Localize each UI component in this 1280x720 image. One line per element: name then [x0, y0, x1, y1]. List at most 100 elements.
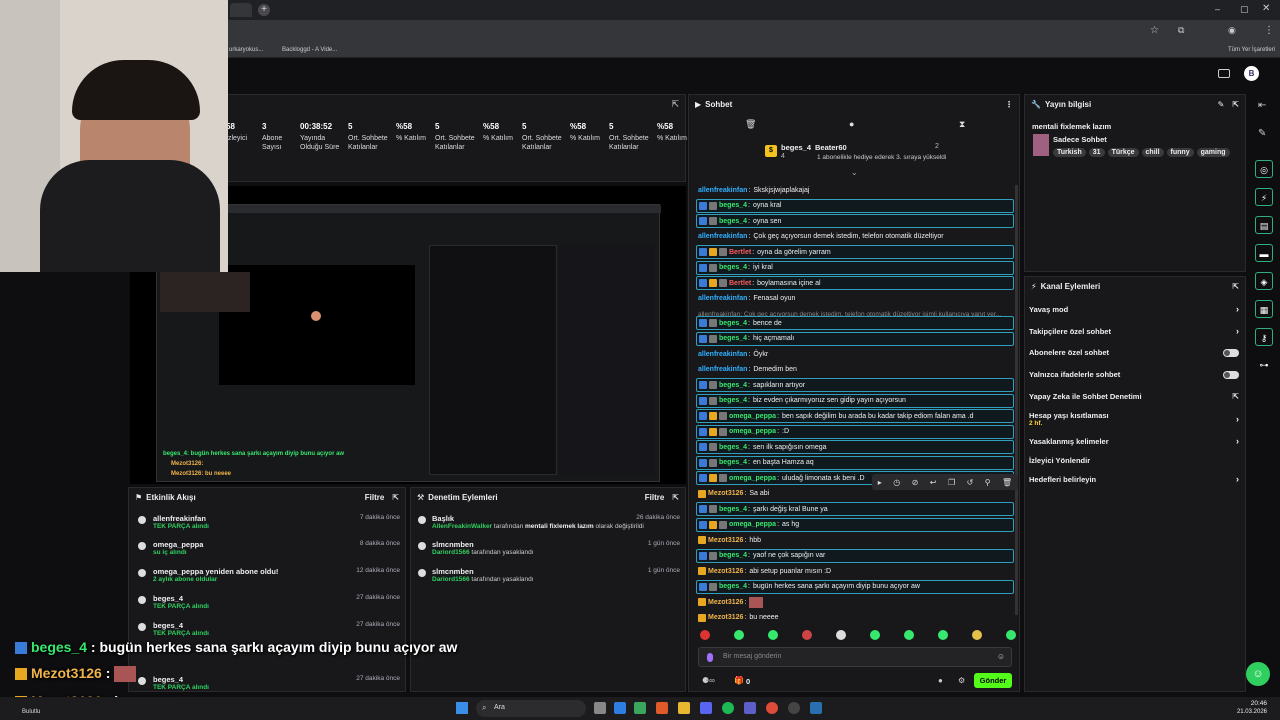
emote-icon[interactable] [972, 630, 982, 640]
chat-message[interactable]: beges_4: sapıkların artıyor [696, 378, 1014, 392]
stream-tag[interactable]: chill [1141, 148, 1164, 157]
taskbar-obs-icon[interactable] [788, 702, 800, 714]
chevron-right-icon[interactable]: › [1236, 474, 1239, 484]
chat-username[interactable]: Mezot3126 [708, 599, 743, 606]
clock-time[interactable]: 20:46 [1227, 700, 1267, 707]
edit-tool-icon[interactable]: ✎ [1258, 128, 1266, 139]
chat-username[interactable]: Bertlet [729, 249, 751, 256]
chevron-right-icon[interactable]: › [1236, 304, 1239, 314]
channel-action-7[interactable]: İzleyici Yönlendir [1029, 456, 1239, 465]
mod-item[interactable]: slmcnmben Dariord1566 tarafından yasaklan… [418, 540, 680, 556]
chat-username[interactable]: beges_4 [719, 444, 747, 451]
chat-username[interactable]: allenfreakinfan [698, 187, 747, 194]
settings-gear-icon[interactable]: ⚙ [958, 676, 965, 685]
clock-date[interactable]: 21.03.2026 [1217, 709, 1267, 715]
chat-username[interactable]: omega_peppa [729, 475, 776, 482]
activity-item[interactable]: allenfreakinfan TEK PARÇA alındı 7 dakika … [138, 514, 400, 530]
clock-icon[interactable]: ◷ [893, 478, 900, 487]
chat-message[interactable]: allenfreakinfan: Çok geç açıyorsun demek … [696, 230, 1014, 244]
emote-icon[interactable] [836, 630, 846, 640]
emote-icon[interactable] [870, 630, 880, 640]
channel-action-6[interactable]: Yasaklanmış kelimeler › [1029, 436, 1239, 446]
emoji-icon[interactable]: ☺ [997, 652, 1005, 661]
clipboard-icon[interactable]: ▤ [1255, 216, 1273, 234]
chat-input[interactable]: Bir mesaj gönderin ☺ [698, 647, 1012, 667]
chat-username[interactable]: beges_4 [719, 397, 747, 404]
chat-message[interactable]: beges_4: oyna kral [696, 198, 1014, 213]
chat-username[interactable]: Mezot3126 [708, 568, 743, 575]
taskbar-steam-icon[interactable] [810, 702, 822, 714]
pin-icon[interactable]: ⚲ [985, 478, 991, 487]
channel-action-4[interactable]: Yapay Zeka ile Sohbet Denetimi ⇱ [1029, 392, 1239, 401]
chat-message[interactable]: beges_4: şarkı değiş kral Bune ya [696, 502, 1014, 516]
taskbar-spotify-icon[interactable] [722, 702, 734, 714]
chat-username[interactable]: beges_4 [719, 218, 747, 225]
lightning-tool-icon[interactable]: ⚡ [1255, 188, 1273, 206]
maximize-button[interactable]: ▢ [1240, 4, 1249, 15]
emote-icon[interactable] [768, 630, 778, 640]
chat-message[interactable]: beges_4: hiç açmamalı [696, 331, 1014, 346]
gamepad-icon[interactable]: ◈ [1255, 272, 1273, 290]
display-icon[interactable] [1218, 69, 1230, 78]
mod-actor[interactable]: AllenFreakinWalker [432, 523, 492, 530]
stream-tag[interactable]: funny [1166, 148, 1194, 157]
chat-username[interactable]: beges_4 [719, 506, 747, 513]
mod-filter-button[interactable]: Filtre [645, 493, 665, 502]
key-icon[interactable]: ⚷ [1255, 328, 1273, 346]
chat-message[interactable]: Bertlet: oyna da görelim yarram [696, 245, 1014, 259]
gift-icon[interactable]: 🎁 [734, 676, 744, 685]
chat-message[interactable]: beges_4: iyi kral [696, 260, 1014, 275]
windows-start-icon[interactable] [456, 702, 468, 714]
share-icon[interactable]: ⊶ [1255, 356, 1273, 374]
chat-username[interactable]: omega_peppa [729, 413, 776, 420]
trash-icon[interactable]: 🗑 [745, 119, 756, 130]
emote-icon[interactable] [734, 630, 744, 640]
close-window-button[interactable]: ✕ [1262, 3, 1270, 14]
delete-icon[interactable]: 🗑 [1002, 478, 1012, 487]
mod-item[interactable]: slmcnmben Dariord1566 tarafından yasaklan… [418, 567, 680, 583]
chat-username[interactable]: beges_4 [719, 264, 747, 271]
activity-item[interactable]: beges_4 TEK PARÇA alındı 27 dakika önce [138, 621, 400, 637]
chat-username[interactable]: beges_4 [719, 202, 747, 209]
reply-icon[interactable]: ↩ [930, 478, 937, 487]
mod-actor[interactable]: Dariord1566 [432, 549, 470, 556]
play-icon[interactable]: ▸ [878, 478, 882, 487]
message-tool-icon[interactable]: ▬ [1255, 244, 1273, 262]
bookmark-star-icon[interactable]: ☆ [1150, 25, 1159, 36]
popout-icon[interactable]: ⇱ [1232, 282, 1239, 291]
channel-action-8[interactable]: Hedefleri belirleyin › [1029, 474, 1239, 484]
chevron-right-icon[interactable]: › [1236, 436, 1239, 446]
chat-username[interactable]: beges_4 [719, 382, 747, 389]
chat-message[interactable]: Mezot3126: [696, 595, 1014, 609]
chat-message[interactable]: beges_4: bugün herkes sana şarkı açayım d… [696, 579, 1014, 594]
chat-username[interactable]: beges_4 [719, 335, 747, 342]
user-avatar[interactable]: B [1244, 66, 1259, 81]
pinned-user[interactable]: beges_4 [781, 143, 811, 152]
chat-message[interactable]: beges_4: sen ilk sapığısın omega [696, 440, 1014, 454]
chevron-right-icon[interactable]: › [1236, 414, 1239, 424]
chat-username[interactable]: allenfreakinfan [698, 295, 747, 302]
activity-item[interactable]: omega_peppa yeniden abone oldu! 2 aylık a… [138, 567, 400, 583]
all-bookmarks-link[interactable]: Tüm Yer İşaretleri [1228, 47, 1275, 53]
chat-bubble-icon[interactable]: ● [938, 676, 943, 685]
emote-icon[interactable] [904, 630, 914, 640]
minimize-button[interactable]: – [1215, 4, 1220, 14]
slash-icon[interactable]: ⊘ [912, 478, 919, 487]
chat-message[interactable]: omega_peppa::D [696, 424, 1014, 439]
new-tab-button[interactable]: + [258, 4, 270, 16]
taskbar-search[interactable]: ⌕ Ara [476, 700, 586, 717]
activity-item[interactable]: beges_4 TEK PARÇA alındı 27 dakika önce [138, 675, 400, 691]
chat-message[interactable]: allenfreakinfan: Skskjsjwjaplakajaj [696, 183, 1014, 197]
toggle-switch[interactable] [1223, 348, 1239, 357]
collapse-chevron-icon[interactable]: ⌄ [851, 168, 858, 177]
taskbar-chrome-icon[interactable] [766, 702, 778, 714]
mod-item[interactable]: Başlık AllenFreakinWalker tarafından ment… [418, 514, 680, 530]
channel-action-3[interactable]: Yalnızca ifadelerle sohbet [1029, 370, 1239, 379]
undo-icon[interactable]: ↺ [967, 478, 974, 487]
stream-tag[interactable]: Türkçe [1107, 148, 1139, 157]
chat-scrollbar[interactable] [1015, 185, 1018, 615]
taskbar-office-icon[interactable] [656, 702, 668, 714]
emote-icon[interactable] [700, 630, 710, 640]
taskbar-teams-icon[interactable] [744, 702, 756, 714]
chevron-right-icon[interactable]: › [1236, 326, 1239, 336]
